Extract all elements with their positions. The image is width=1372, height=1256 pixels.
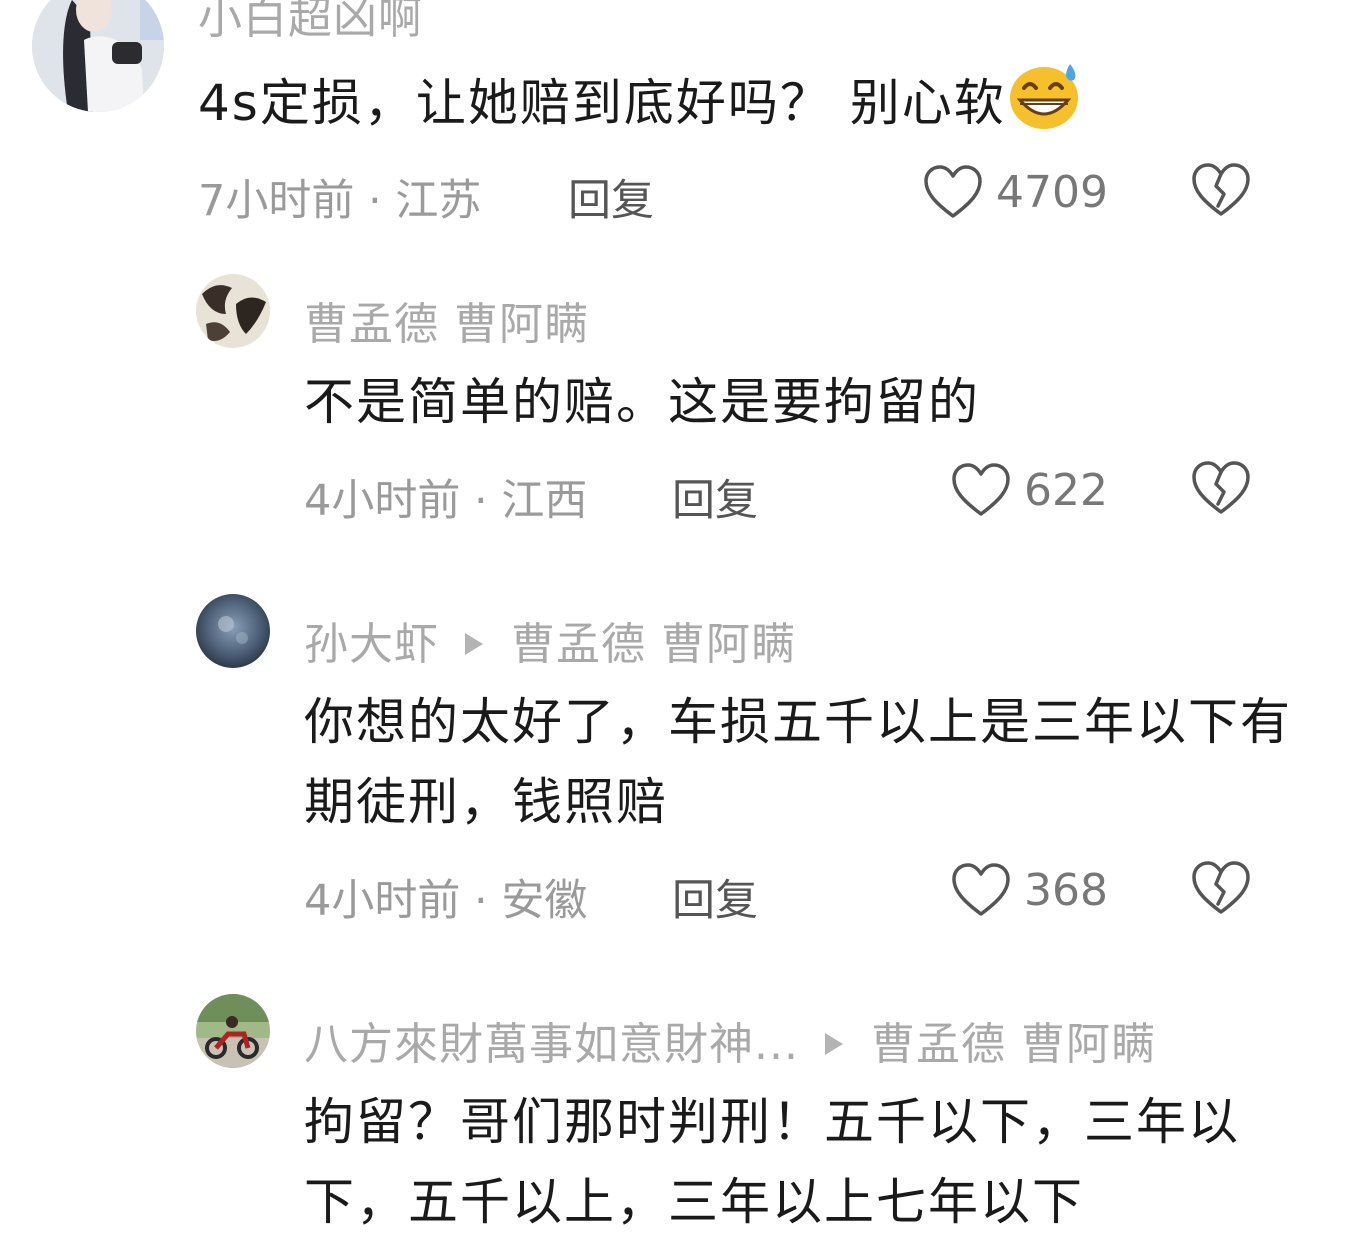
- like-count: 368: [1024, 864, 1108, 916]
- comment-text: 拘留？哥们那时判刑！五千以下，三年以下，五千以上，三年以上七年以下: [304, 1093, 1240, 1231]
- comment-username[interactable]: 孙大虾 曹孟德 曹阿瞒: [304, 608, 796, 672]
- reply-button[interactable]: 回复: [672, 466, 758, 528]
- like-count: 622: [1024, 464, 1108, 516]
- comment-username[interactable]: 小白超凶啊: [198, 0, 423, 46]
- avatar[interactable]: [196, 274, 270, 348]
- like-button[interactable]: 368: [950, 860, 1108, 920]
- reply-arrow-icon: [465, 633, 483, 655]
- comment-text: 你想的太好了，车损五千以上是三年以下有期徒刑，钱照赔: [304, 693, 1292, 831]
- heart-icon: [952, 863, 1010, 916]
- username-text[interactable]: 八方來財萬事如意財神...: [304, 1019, 799, 1070]
- comment-username[interactable]: 八方來財萬事如意財神... 曹孟德 曹阿瞒: [304, 1008, 1156, 1072]
- comment-1: 小白超凶啊 4s定损，让她赔到底好吗？ 别心软 7小时前 · 江苏 回复 470…: [0, 0, 1372, 250]
- username-text[interactable]: 孙大虾: [304, 619, 439, 670]
- avatar[interactable]: [196, 594, 270, 668]
- comment-time-location: 7小时前 · 江苏: [198, 176, 482, 226]
- like-button[interactable]: 622: [950, 460, 1108, 520]
- broken-heart-icon: [1192, 163, 1250, 216]
- reply-arrow-icon: [824, 1033, 843, 1055]
- avatar[interactable]: [196, 994, 270, 1068]
- comment-time-location: 4小时前 · 安徽: [304, 876, 588, 926]
- like-button[interactable]: 4709: [922, 162, 1108, 222]
- dislike-button[interactable]: [1190, 162, 1252, 222]
- avatar-image: [196, 274, 270, 348]
- avatar-image: [196, 594, 270, 668]
- avatar[interactable]: [32, 0, 164, 112]
- reply-to-username[interactable]: 曹孟德 曹阿瞒: [511, 619, 796, 670]
- reply-to-username[interactable]: 曹孟德 曹阿瞒: [871, 1019, 1156, 1070]
- dislike-button[interactable]: [1190, 460, 1252, 520]
- grinning-sweat-emoji: [1008, 62, 1082, 153]
- reply-button[interactable]: 回复: [672, 866, 758, 928]
- comment-text: 4s定损，让她赔到底好吗？ 别心软: [198, 62, 1278, 153]
- reply-button[interactable]: 回复: [568, 166, 654, 228]
- comment-text-body: 4s定损，让她赔到底好吗？ 别心软: [198, 74, 1006, 132]
- broken-heart-icon: [1192, 461, 1250, 514]
- like-count: 4709: [996, 166, 1108, 218]
- comment-time-location: 4小时前 · 江西: [304, 476, 588, 526]
- comment-text: 不是简单的赔。这是要拘留的: [304, 373, 980, 431]
- comment-username[interactable]: 曹孟德 曹阿瞒: [304, 288, 589, 352]
- dislike-button[interactable]: [1190, 860, 1252, 920]
- heart-icon: [924, 165, 982, 218]
- broken-heart-icon: [1192, 861, 1250, 914]
- heart-icon: [952, 463, 1010, 516]
- comment-4: 八方來財萬事如意財神... 曹孟德 曹阿瞒 拘留？哥们那时判刑！五千以下，三年以下…: [0, 0, 1372, 1231]
- avatar-image: [196, 994, 270, 1068]
- avatar-image: [32, 0, 164, 112]
